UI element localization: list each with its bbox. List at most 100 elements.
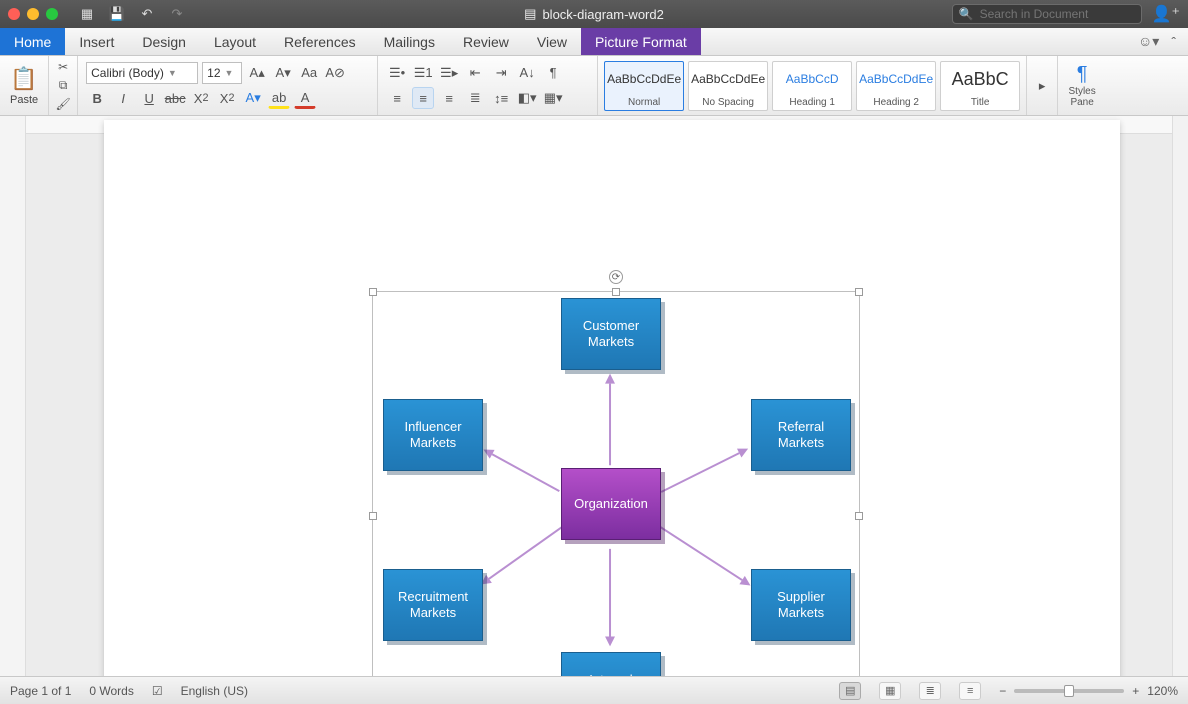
underline-button[interactable]: U: [138, 87, 160, 109]
zoom-in-button[interactable]: +: [1132, 684, 1139, 698]
font-group: Calibri (Body)▼ 12▼ A▴ A▾ Aa A⊘ B I U ab…: [78, 56, 378, 115]
grow-font-icon[interactable]: A▴: [246, 62, 268, 84]
maximize-window-button[interactable]: [46, 8, 58, 20]
line-spacing-icon[interactable]: ↕≡: [490, 87, 512, 109]
search-icon: 🔍: [959, 7, 974, 21]
numbering-icon[interactable]: ☰1: [412, 62, 434, 84]
show-marks-icon[interactable]: ¶: [542, 62, 564, 84]
increase-indent-icon[interactable]: ⇥: [490, 62, 512, 84]
page-indicator[interactable]: Page 1 of 1: [10, 684, 71, 698]
style-no-spacing[interactable]: AaBbCcDdEeNo Spacing: [688, 61, 768, 111]
block-diagram: Organization CustomerMarkets InfluencerMar…: [373, 292, 859, 676]
tab-references[interactable]: References: [270, 28, 370, 55]
styles-more-icon[interactable]: ▸: [1031, 75, 1053, 97]
multilevel-list-icon[interactable]: ☰▸: [438, 62, 460, 84]
styles-pane-label: Styles Pane: [1062, 86, 1102, 108]
ribbon-collapse-icon[interactable]: ˆ: [1171, 34, 1176, 50]
shrink-font-icon[interactable]: A▾: [272, 62, 294, 84]
print-layout-view-icon[interactable]: ▤: [839, 682, 861, 700]
justify-icon[interactable]: ≣: [464, 87, 486, 109]
change-case-icon[interactable]: Aa: [298, 62, 320, 84]
font-color-icon[interactable]: A: [294, 87, 316, 109]
paste-label: Paste: [10, 94, 38, 106]
cut-icon[interactable]: ✂: [53, 59, 73, 75]
search-input[interactable]: [980, 7, 1135, 21]
node-internal: InternalMarkets: [561, 652, 661, 676]
styles-gallery: AaBbCcDdEeNormalAaBbCcDdEeNo SpacingAaBb…: [598, 56, 1027, 115]
align-left-icon[interactable]: ≡: [386, 87, 408, 109]
search-box[interactable]: 🔍: [952, 4, 1142, 24]
shading-icon[interactable]: ◧▾: [516, 87, 538, 109]
font-size-select[interactable]: 12▼: [202, 62, 242, 84]
borders-icon[interactable]: ▦▾: [542, 87, 564, 109]
web-layout-view-icon[interactable]: ▦: [879, 682, 901, 700]
qat-file-icon[interactable]: ▦: [78, 6, 96, 22]
word-count[interactable]: 0 Words: [89, 684, 133, 698]
italic-button[interactable]: I: [112, 87, 134, 109]
tab-design[interactable]: Design: [128, 28, 200, 55]
zoom-slider[interactable]: [1014, 689, 1124, 693]
tab-mailings[interactable]: Mailings: [370, 28, 449, 55]
zoom-out-button[interactable]: −: [999, 684, 1006, 698]
selected-picture[interactable]: ⟳ OrganizationCustomerMarketsInfluencerM…: [372, 291, 860, 676]
node-organization: Organization: [561, 468, 661, 540]
share-icon[interactable]: 👤⁺: [1152, 4, 1180, 24]
tab-picture-format[interactable]: Picture Format: [581, 28, 701, 55]
clipboard-side: ✂ ⧉ 🖌: [49, 56, 78, 115]
bullets-icon[interactable]: ☰•: [386, 62, 408, 84]
ribbon: 📋 Paste ✂ ⧉ 🖌 Calibri (Body)▼ 12▼ A▴ A▾ …: [0, 56, 1188, 116]
superscript-button[interactable]: X2: [216, 87, 238, 109]
paste-icon[interactable]: 📋: [10, 66, 37, 92]
node-recruitment: RecruitmentMarkets: [383, 569, 483, 641]
vertical-scrollbar[interactable]: [1172, 116, 1188, 676]
sort-icon[interactable]: A↓: [516, 62, 538, 84]
language-indicator[interactable]: English (US): [181, 684, 248, 698]
bold-button[interactable]: B: [86, 87, 108, 109]
page-scroll[interactable]: ⟳ Organization CustomerMarkets InfluencerM…: [26, 116, 1172, 676]
styles-pane-icon: ¶: [1077, 63, 1088, 86]
document-area: ⟳ Organization CustomerMarkets InfluencerM…: [0, 116, 1188, 676]
format-painter-icon[interactable]: 🖌: [53, 96, 73, 112]
zoom-percent[interactable]: 120%: [1147, 684, 1178, 698]
minimize-window-button[interactable]: [27, 8, 39, 20]
title-bar: ▦ 💾 ↶ ↷ ▤ block-diagram-word2 🔍 👤⁺: [0, 0, 1188, 28]
highlight-color-icon[interactable]: ab: [268, 87, 290, 109]
styles-pane-button[interactable]: ¶ Styles Pane: [1058, 56, 1106, 115]
align-right-icon[interactable]: ≡: [438, 87, 460, 109]
rotate-handle-icon[interactable]: ⟳: [609, 270, 623, 284]
style-heading-2[interactable]: AaBbCcDdEeHeading 2: [856, 61, 936, 111]
status-bar: Page 1 of 1 0 Words ☑ English (US) ▤ ▦ ≣…: [0, 676, 1188, 704]
undo-icon[interactable]: ↶: [138, 6, 156, 22]
clear-formatting-icon[interactable]: A⊘: [324, 62, 346, 84]
paragraph-group: ☰• ☰1 ☰▸ ⇤ ⇥ A↓ ¶ ≡ ≡ ≡ ≣ ↕≡ ◧▾ ▦▾: [378, 56, 598, 115]
document-title: block-diagram-word2: [542, 7, 663, 22]
spellcheck-icon[interactable]: ☑: [152, 684, 163, 698]
vertical-ruler: [0, 116, 26, 676]
zoom-control: − + 120%: [999, 684, 1178, 698]
ribbon-tabs: Home Insert Design Layout References Mai…: [0, 28, 1188, 56]
align-center-icon[interactable]: ≡: [412, 87, 434, 109]
tab-review[interactable]: Review: [449, 28, 523, 55]
save-icon[interactable]: 💾: [108, 6, 126, 22]
close-window-button[interactable]: [8, 8, 20, 20]
tab-view[interactable]: View: [523, 28, 581, 55]
text-effects-icon[interactable]: A▾: [242, 87, 264, 109]
node-customer: CustomerMarkets: [561, 298, 661, 370]
decrease-indent-icon[interactable]: ⇤: [464, 62, 486, 84]
feedback-icon[interactable]: ☺▾: [1138, 33, 1159, 50]
redo-icon[interactable]: ↷: [168, 6, 186, 22]
style-title[interactable]: AaBbCTitle: [940, 61, 1020, 111]
tab-home[interactable]: Home: [0, 28, 65, 55]
node-referral: ReferralMarkets: [751, 399, 851, 471]
outline-view-icon[interactable]: ≣: [919, 682, 941, 700]
copy-icon[interactable]: ⧉: [53, 77, 73, 94]
tab-layout[interactable]: Layout: [200, 28, 270, 55]
tab-insert[interactable]: Insert: [65, 28, 128, 55]
style-normal[interactable]: AaBbCcDdEeNormal: [604, 61, 684, 111]
font-name-select[interactable]: Calibri (Body)▼: [86, 62, 198, 84]
strikethrough-button[interactable]: abc: [164, 87, 186, 109]
style-heading-1[interactable]: AaBbCcDHeading 1: [772, 61, 852, 111]
node-influencer: InfluencerMarkets: [383, 399, 483, 471]
subscript-button[interactable]: X2: [190, 87, 212, 109]
draft-view-icon[interactable]: ≡: [959, 682, 981, 700]
